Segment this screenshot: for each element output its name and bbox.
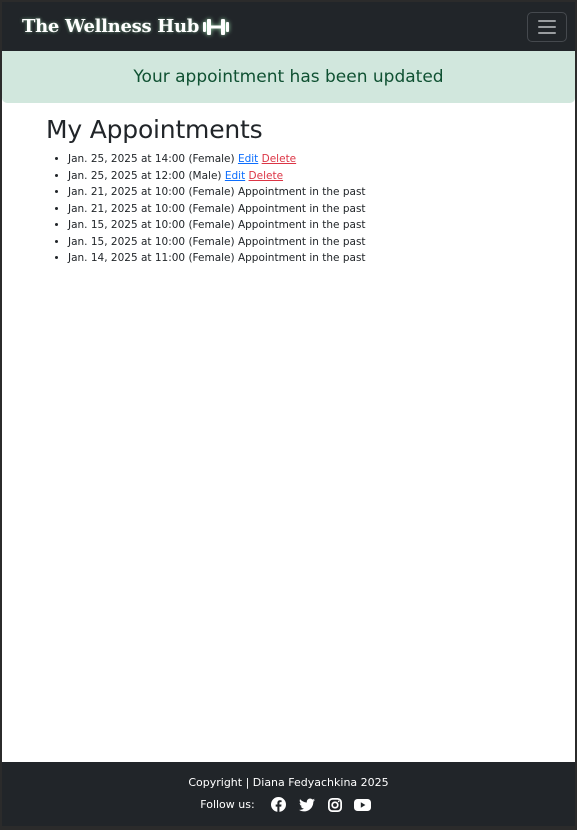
facebook-icon[interactable] xyxy=(265,797,293,812)
instagram-icon[interactable] xyxy=(321,797,349,812)
success-alert: Your appointment has been updated xyxy=(2,51,575,103)
appointment-text: Jan. 25, 2025 at 12:00 (Male) xyxy=(68,169,222,182)
edit-link[interactable]: Edit xyxy=(225,170,245,182)
main-content: My Appointments Jan. 25, 2025 at 14:00 (… xyxy=(2,103,575,762)
list-item: Jan. 21, 2025 at 10:00 (Female) Appointm… xyxy=(68,184,575,201)
list-item: Jan. 15, 2025 at 10:00 (Female) Appointm… xyxy=(68,217,575,234)
navbar: The Wellness Hub xyxy=(2,2,575,51)
appointment-text: Jan. 21, 2025 at 10:00 (Female) xyxy=(68,186,235,198)
appointment-status: Appointment in the past xyxy=(237,235,366,248)
appointment-text: Jan. 15, 2025 at 10:00 (Female) xyxy=(68,219,235,231)
delete-link[interactable]: Delete xyxy=(262,153,297,165)
footer: Copyright | Diana Fedyachkina 2025 Follo… xyxy=(2,762,575,826)
list-item: Jan. 25, 2025 at 14:00 (Female) Edit Del… xyxy=(68,151,575,168)
brand-name: The Wellness Hub xyxy=(22,16,200,37)
appointment-status: Appointment in the past xyxy=(237,252,366,264)
hamburger-menu-icon xyxy=(538,25,556,28)
list-item: Jan. 25, 2025 at 12:00 (Male) Edit Delet… xyxy=(68,168,575,185)
alert-message: Your appointment has been updated xyxy=(133,67,444,87)
page-frame: The Wellness Hub Your appointment has be… xyxy=(2,2,575,826)
twitter-icon[interactable] xyxy=(293,798,321,812)
follow-row: Follow us: xyxy=(200,797,376,812)
navbar-toggler-button[interactable] xyxy=(527,11,567,42)
dumbbell-icon xyxy=(203,18,230,36)
follow-label: Follow us: xyxy=(200,798,255,811)
list-item: Jan. 21, 2025 at 10:00 (Female) Appointm… xyxy=(68,201,575,218)
copyright-text: Copyright | Diana Fedyachkina 2025 xyxy=(188,776,389,789)
hamburger-menu-icon xyxy=(538,19,556,22)
delete-link[interactable]: Delete xyxy=(249,170,284,182)
brand-link[interactable]: The Wellness Hub xyxy=(22,16,230,37)
list-item: Jan. 15, 2025 at 10:00 (Female) Appointm… xyxy=(68,234,575,251)
page-title: My Appointments xyxy=(46,115,263,144)
appointment-text: Jan. 14, 2025 at 11:00 (Female) xyxy=(68,252,235,264)
appointment-text: Jan. 21, 2025 at 10:00 (Female) xyxy=(68,202,235,215)
youtube-icon[interactable] xyxy=(349,798,377,811)
hamburger-menu-icon xyxy=(538,31,556,34)
appointment-status: Appointment in the past xyxy=(237,202,366,215)
appointments-list: Jan. 25, 2025 at 14:00 (Female) Edit Del… xyxy=(46,151,575,267)
list-item: Jan. 14, 2025 at 11:00 (Female) Appointm… xyxy=(68,250,575,267)
appointment-status: Appointment in the past xyxy=(237,186,366,198)
appointment-text: Jan. 15, 2025 at 10:00 (Female) xyxy=(68,235,235,248)
appointment-text: Jan. 25, 2025 at 14:00 (Female) xyxy=(68,153,235,165)
edit-link[interactable]: Edit xyxy=(238,153,258,165)
appointment-status: Appointment in the past xyxy=(237,219,366,231)
